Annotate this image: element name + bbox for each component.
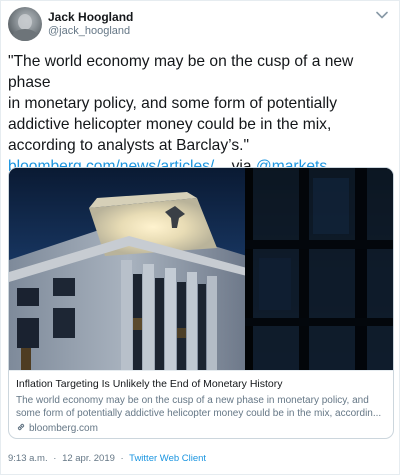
tweet-text-line: addictive helicopter money could be in t… <box>8 116 332 133</box>
card-description: The world economy may be on the cusp of … <box>16 394 388 420</box>
card-image[interactable] <box>9 168 393 370</box>
avatar-head <box>18 14 32 30</box>
tweet-time[interactable]: 9:13 a.m. <box>8 453 48 464</box>
tweet-text-line: "The world economy may be on the cusp of… <box>8 53 354 91</box>
tweet: Jack Hoogland @jack_hoogland "The world … <box>0 0 400 475</box>
tweet-footer: 9:13 a.m. · 12 apr. 2019 · Twitter Web C… <box>8 453 206 464</box>
footer-separator: · <box>120 453 124 464</box>
display-name[interactable]: Jack Hoogland <box>48 10 133 24</box>
footer-separator: · <box>53 453 57 464</box>
card-body[interactable]: Inflation Targeting Is Unlikely the End … <box>9 370 393 438</box>
chevron-down-icon[interactable] <box>375 10 389 20</box>
link-card[interactable]: Inflation Targeting Is Unlikely the End … <box>8 167 394 439</box>
tweet-client-link[interactable]: Twitter Web Client <box>129 453 206 464</box>
avatar-shoulders <box>12 29 38 41</box>
tweet-text-line: in monetary policy, and some form of pot… <box>8 95 338 112</box>
tweet-date[interactable]: 12 apr. 2019 <box>62 453 115 464</box>
card-title[interactable]: Inflation Targeting Is Unlikely the End … <box>16 377 388 391</box>
tweet-text: "The world economy may be on the cusp of… <box>8 51 394 177</box>
card-description-line: some form of potentially addictive helic… <box>16 408 382 419</box>
link-icon <box>16 422 26 435</box>
federal-reserve-building-image <box>9 168 393 370</box>
card-description-line: The world economy may be on the cusp of … <box>16 395 369 406</box>
tweet-text-line: according to analysts at Barclay’s." <box>8 137 250 154</box>
card-domain-text: bloomberg.com <box>29 423 98 434</box>
user-handle[interactable]: @jack_hoogland <box>48 25 130 37</box>
avatar[interactable] <box>8 7 42 41</box>
card-domain: bloomberg.com <box>16 422 388 435</box>
